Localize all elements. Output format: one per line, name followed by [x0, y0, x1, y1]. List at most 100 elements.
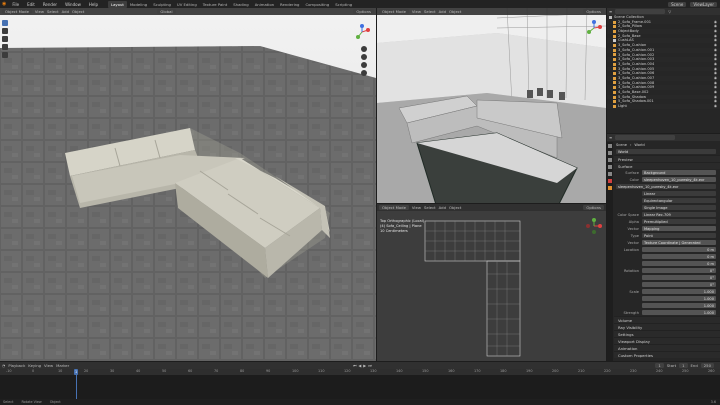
playback-menu[interactable]: Playback	[8, 363, 25, 368]
mode-selector[interactable]: Object Mode	[2, 9, 32, 14]
menu-add-2[interactable]: Add	[439, 9, 446, 14]
menu-select[interactable]: Select	[47, 9, 59, 14]
rotate-tool-icon[interactable]	[2, 44, 8, 50]
scene-tab-icon[interactable]	[608, 172, 612, 176]
properties-search-input[interactable]	[615, 135, 676, 140]
playhead-frame-badge[interactable]: 1	[74, 369, 79, 375]
interpolation-dropdown[interactable]: Linear	[642, 191, 716, 196]
menu-add[interactable]: Add	[62, 9, 69, 14]
preview-panel-header[interactable]: Preview	[614, 155, 720, 162]
tab-shading[interactable]: Shading	[230, 1, 251, 8]
rotation-x-field[interactable]: 0°	[642, 268, 716, 273]
tab-texture-paint[interactable]: Texture Paint	[200, 1, 231, 8]
tab-scripting[interactable]: Scripting	[332, 1, 355, 8]
scale-z-field[interactable]: 1.000	[642, 303, 716, 308]
start-frame-field[interactable]: 1	[679, 363, 688, 368]
menu-object-2[interactable]: Object	[449, 9, 461, 14]
extension-dropdown[interactable]: Single Image	[642, 205, 716, 210]
tab-rendering[interactable]: Rendering	[277, 1, 302, 8]
zoom-icon[interactable]	[361, 46, 367, 52]
tab-animation[interactable]: Animation	[252, 1, 277, 8]
select-tool-icon[interactable]	[2, 20, 8, 26]
bottom-viewport[interactable]: Object Mode View Select Add Object Optio…	[377, 204, 606, 361]
projection-dropdown[interactable]: Equirectangular	[642, 198, 716, 203]
timeline-track[interactable]	[0, 375, 720, 399]
menu-object[interactable]: Object	[72, 9, 84, 14]
location-z-field[interactable]: 0 m	[642, 261, 716, 266]
outliner-menu-icon[interactable]: ≡	[609, 9, 612, 14]
tab-layout[interactable]: Layout	[107, 0, 127, 8]
world-tab-icon[interactable]	[608, 179, 612, 183]
pan-icon[interactable]	[361, 54, 367, 60]
location-y-field[interactable]: 0 m	[642, 254, 716, 259]
custom-properties-panel-header[interactable]: Custom Properties	[614, 351, 720, 358]
play-reverse-icon[interactable]: ◀	[358, 363, 361, 368]
output-tab-icon[interactable]	[608, 158, 612, 162]
world-name-field[interactable]: World	[616, 149, 716, 154]
options-button-2[interactable]: Options	[583, 9, 604, 14]
scale-x-field[interactable]: 1.000	[642, 289, 716, 294]
tab-uv-editing[interactable]: UV Editing	[174, 1, 200, 8]
object-tab-icon[interactable]	[608, 186, 612, 190]
left-viewport[interactable]: Object Mode View Select Add Object Globa…	[0, 8, 376, 361]
visibility-eye-icon[interactable]: ◉	[714, 104, 717, 109]
play-icon[interactable]: ▶	[363, 363, 366, 368]
settings-panel-header[interactable]: Settings	[614, 330, 720, 337]
cursor-tool-icon[interactable]	[2, 28, 8, 34]
blender-logo-icon[interactable]: ◉	[2, 1, 6, 7]
top-right-viewport[interactable]: Object Mode View Select Add Object Optio…	[377, 8, 606, 203]
rotation-y-field[interactable]: 0°	[642, 275, 716, 280]
animation-panel-header[interactable]: Animation	[614, 344, 720, 351]
vector-field[interactable]: Mapping	[642, 226, 716, 231]
menu-file[interactable]: File	[10, 2, 21, 7]
outliner-search-input[interactable]	[615, 9, 666, 14]
surface-panel-header[interactable]: Surface	[614, 162, 720, 169]
outliner-item[interactable]: Light ◉	[607, 104, 720, 109]
menu-view-2[interactable]: View	[412, 9, 421, 14]
color-field[interactable]: sleepenhoven_10_puresky_4k.exr	[642, 177, 716, 182]
tab-sculpting[interactable]: Sculpting	[150, 1, 174, 8]
view-layer-tab-icon[interactable]	[608, 165, 612, 169]
view-menu-timeline[interactable]: View	[44, 363, 53, 368]
location-x-field[interactable]: 0 m	[642, 247, 716, 252]
scene-selector[interactable]: Scene	[668, 1, 687, 7]
volume-panel-header[interactable]: Volume	[614, 316, 720, 323]
render-tab-icon[interactable]	[608, 151, 612, 155]
menu-window[interactable]: Window	[63, 2, 83, 7]
scale-tool-icon[interactable]	[2, 52, 8, 58]
end-frame-field[interactable]: 250	[700, 363, 714, 368]
rotation-z-field[interactable]: 0°	[642, 282, 716, 287]
view-layer-selector[interactable]: ViewLayer	[690, 1, 717, 7]
viewport-display-panel-header[interactable]: Viewport Display	[614, 337, 720, 344]
timeline-editor-icon[interactable]: ◔	[2, 363, 5, 368]
menu-help[interactable]: Help	[87, 2, 100, 7]
tab-modeling[interactable]: Modeling	[127, 1, 150, 8]
mode-selector-2[interactable]: Object Mode	[379, 9, 409, 14]
navigation-gizmo-icon-2[interactable]	[586, 20, 602, 36]
tool-tab-icon[interactable]	[608, 144, 612, 148]
color-space-dropdown[interactable]: Linear Rec.709	[642, 212, 716, 217]
camera-icon[interactable]	[361, 62, 367, 68]
marker-menu[interactable]: Marker	[56, 363, 69, 368]
jump-end-icon[interactable]: ⏭	[368, 363, 371, 368]
tab-compositing[interactable]: Compositing	[302, 1, 332, 8]
menu-view[interactable]: View	[35, 9, 44, 14]
navigation-gizmo-icon[interactable]	[354, 24, 370, 40]
navigation-gizmo-icon-3[interactable]	[586, 218, 602, 234]
menu-edit[interactable]: Edit	[25, 2, 37, 7]
transform-orientation[interactable]: Global	[157, 9, 176, 14]
menu-render[interactable]: Render	[41, 2, 59, 7]
options-button[interactable]: Options	[353, 9, 374, 14]
vector2-field[interactable]: Texture Coordinate | Generated	[642, 240, 716, 245]
jump-start-icon[interactable]: ⏮	[353, 363, 356, 368]
type-dropdown[interactable]: Point	[642, 233, 716, 238]
filter-icon[interactable]: ▽	[668, 9, 671, 14]
ray-visibility-panel-header[interactable]: Ray Visibility	[614, 323, 720, 330]
scale-y-field[interactable]: 1.000	[642, 296, 716, 301]
ortho-icon[interactable]	[361, 70, 367, 76]
properties-menu-icon[interactable]: ≡	[609, 135, 612, 140]
alpha-dropdown[interactable]: Premultiplied	[642, 219, 716, 224]
strength-field[interactable]: 1.000	[642, 310, 716, 315]
move-tool-icon[interactable]	[2, 36, 8, 42]
current-frame-field[interactable]: 1	[655, 363, 664, 368]
